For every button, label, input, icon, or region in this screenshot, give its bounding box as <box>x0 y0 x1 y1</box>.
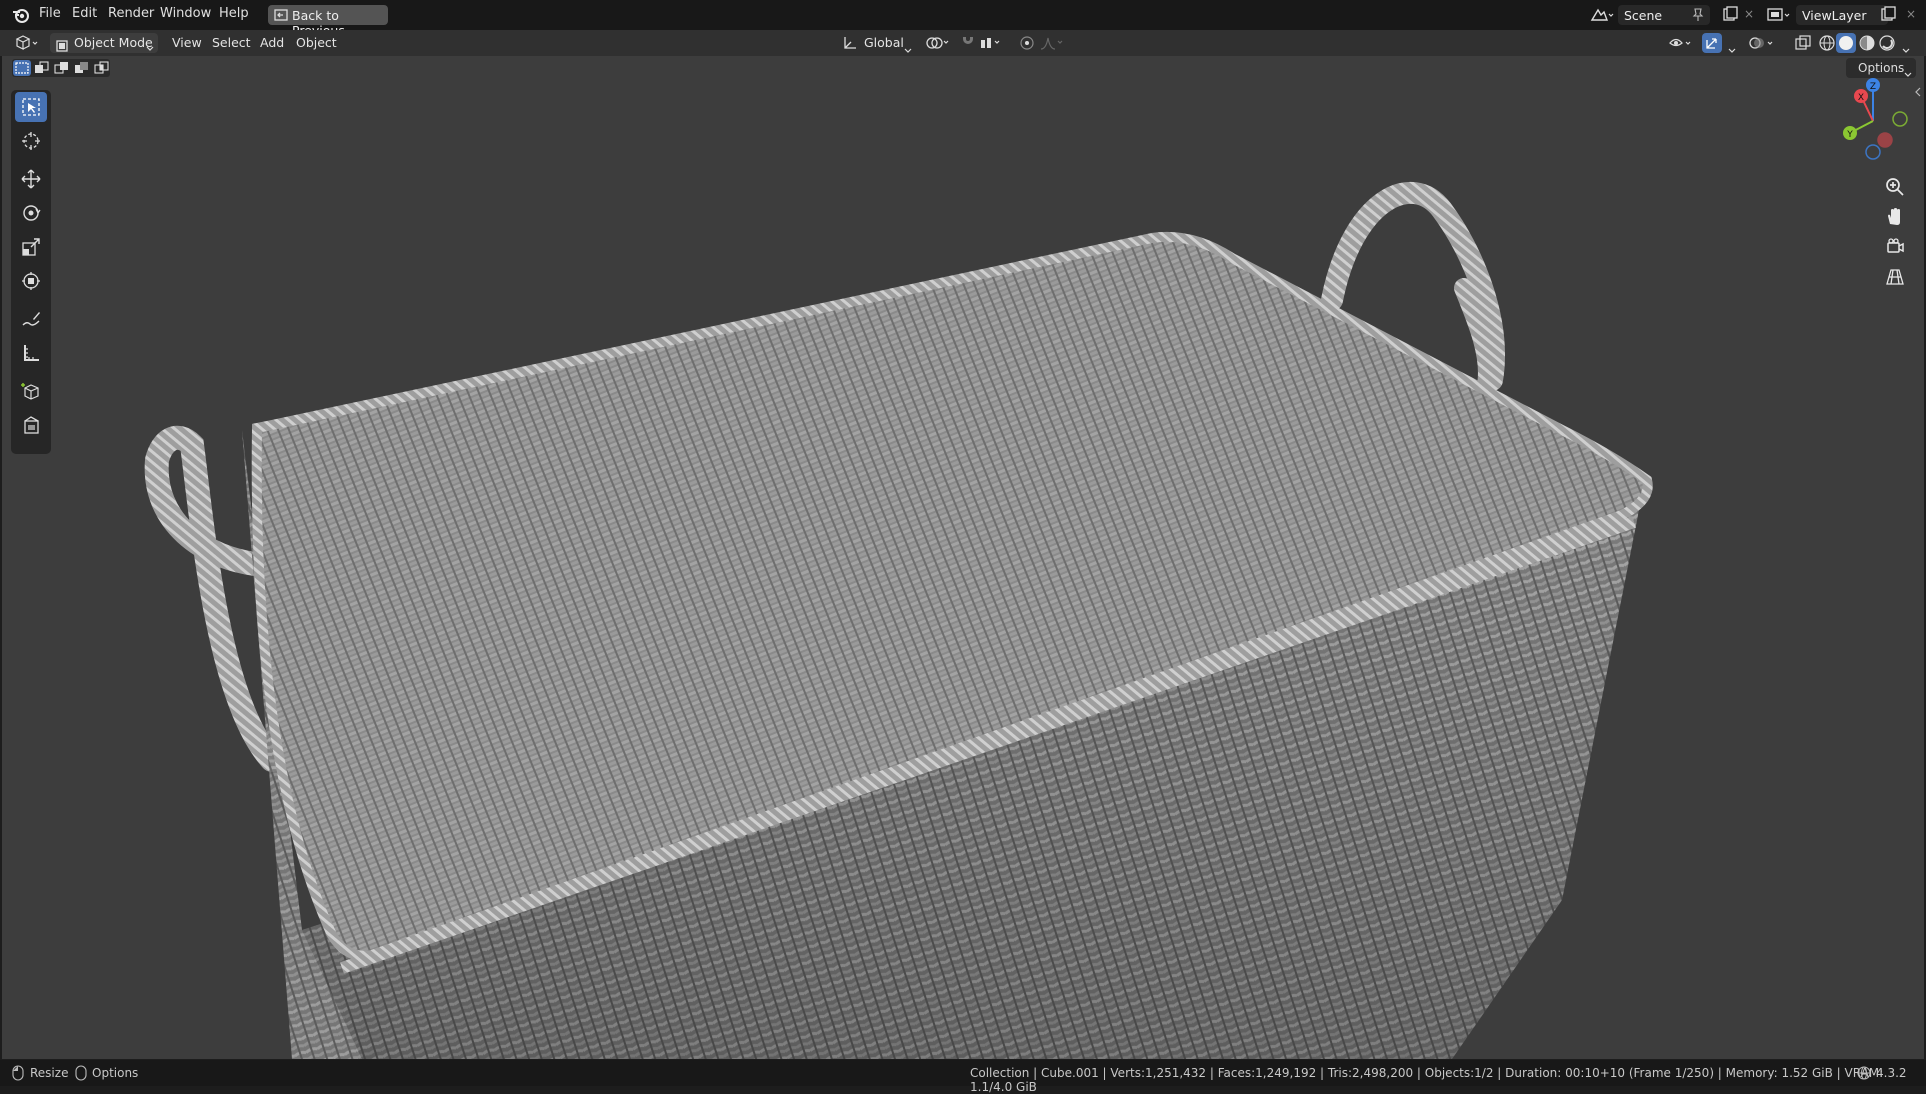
gizmo-z-label: Z <box>1870 82 1876 92</box>
wicker-basket-model[interactable] <box>2 56 1924 1059</box>
status-options: Options <box>92 1066 139 1080</box>
add-cone-tool[interactable] <box>15 410 47 440</box>
view-layer-field[interactable]: ViewLayer <box>1796 5 1888 25</box>
viewport-header: Object Mode View Select Add Object Globa… <box>0 30 1926 56</box>
add-cube-tool[interactable] <box>15 376 47 406</box>
navigation-gizmo[interactable]: Z X Y <box>1828 76 1918 166</box>
tool-shelf <box>11 90 51 454</box>
blender-version: 4.3.2 <box>1876 1066 1907 1080</box>
new-view-layer-icon[interactable] <box>1880 6 1896 26</box>
overlays-icon[interactable] <box>1748 34 1778 56</box>
measure-tool[interactable] <box>15 338 47 368</box>
gizmo-x-label: X <box>1858 93 1864 103</box>
menu-file[interactable]: File <box>39 6 61 21</box>
scene-statistics: Collection | Cube.001 | Verts:1,251,432 … <box>970 1066 1884 1094</box>
rotate-tool[interactable] <box>15 198 47 228</box>
snap-target-icon[interactable] <box>980 35 1006 55</box>
selection-mode-group <box>12 59 110 77</box>
3d-viewport[interactable]: Options Z X Y <box>2 56 1924 1059</box>
menu-view[interactable]: View <box>172 35 202 50</box>
new-scene-icon[interactable] <box>1722 6 1738 26</box>
options-label: Options <box>1858 61 1905 75</box>
remove-scene-icon[interactable]: × <box>1744 7 1754 21</box>
pan-hand-icon[interactable] <box>1882 204 1908 230</box>
object-visibility-icon[interactable] <box>1668 34 1694 56</box>
object-mode-dropdown[interactable]: Object Mode <box>50 33 158 53</box>
object-mode-label: Object Mode <box>74 35 153 50</box>
transform-orientation-dropdown[interactable]: Global <box>864 35 904 50</box>
cursor-tool[interactable] <box>15 126 47 156</box>
menu-render[interactable]: Render <box>108 6 154 21</box>
select-extend-icon[interactable] <box>33 60 51 76</box>
back-icon <box>274 8 288 25</box>
proportional-editing-icon[interactable] <box>1018 34 1036 56</box>
camera-view-icon[interactable] <box>1882 234 1908 260</box>
move-tool[interactable] <box>15 164 47 194</box>
mouse-left-icon <box>12 1065 24 1084</box>
proportional-falloff-icon[interactable] <box>1040 35 1066 55</box>
menu-edit[interactable]: Edit <box>72 6 97 21</box>
chevron-down-icon <box>146 38 154 57</box>
object-mode-icon <box>56 37 68 56</box>
status-resize: Resize <box>30 1066 69 1080</box>
view-layer-icon[interactable] <box>1766 6 1792 28</box>
transform-orientation-icon <box>842 35 858 55</box>
wireframe-shading-icon[interactable] <box>1818 34 1836 56</box>
select-intersect-icon[interactable] <box>93 60 111 76</box>
perspective-toggle-icon[interactable] <box>1882 264 1908 290</box>
scene-icon[interactable] <box>1590 6 1614 28</box>
menu-add[interactable]: Add <box>260 35 284 50</box>
snap-icon[interactable] <box>960 35 976 55</box>
remove-view-layer-icon[interactable]: × <box>1906 7 1916 21</box>
top-menu-bar: File Edit Render Window Help Back to Pre… <box>0 0 1926 38</box>
menu-object[interactable]: Object <box>296 35 337 50</box>
menu-select[interactable]: Select <box>212 35 251 50</box>
menu-window[interactable]: Window <box>160 6 211 21</box>
select-invert-icon[interactable] <box>73 60 91 76</box>
scene-name-field[interactable]: Scene <box>1618 5 1710 25</box>
solid-shading-button[interactable] <box>1836 33 1856 53</box>
pivot-point-icon[interactable] <box>926 35 952 55</box>
mouse-right-icon <box>75 1065 87 1084</box>
scale-tool[interactable] <box>15 232 47 262</box>
select-new-button[interactable] <box>13 60 31 76</box>
transform-tool[interactable] <box>15 266 47 296</box>
view-layer-name: ViewLayer <box>1802 8 1867 23</box>
editor-type-icon[interactable] <box>14 34 42 56</box>
rendered-shading-icon[interactable] <box>1878 34 1896 56</box>
blender-logo-icon[interactable] <box>12 6 30 28</box>
material-preview-icon[interactable] <box>1858 34 1876 56</box>
network-icon <box>1856 1065 1872 1084</box>
menu-help[interactable]: Help <box>219 6 249 21</box>
select-box-tool[interactable] <box>15 92 47 122</box>
scene-name: Scene <box>1624 8 1663 23</box>
annotate-tool[interactable] <box>15 304 47 334</box>
sidebar-toggle-chevron-icon[interactable] <box>1914 82 1922 101</box>
zoom-button[interactable] <box>1882 174 1908 200</box>
gizmo-toggle-button[interactable] <box>1702 33 1722 53</box>
xray-toggle-icon[interactable] <box>1794 34 1812 56</box>
gizmo-y-label: Y <box>1846 130 1853 140</box>
status-bar: Resize Options Collection | Cube.001 | V… <box>0 1060 1926 1094</box>
options-dropdown[interactable]: Options <box>1846 58 1916 78</box>
back-to-previous-button[interactable]: Back to Previous <box>268 5 388 38</box>
pin-icon[interactable] <box>1692 8 1704 25</box>
select-subtract-icon[interactable] <box>53 60 71 76</box>
